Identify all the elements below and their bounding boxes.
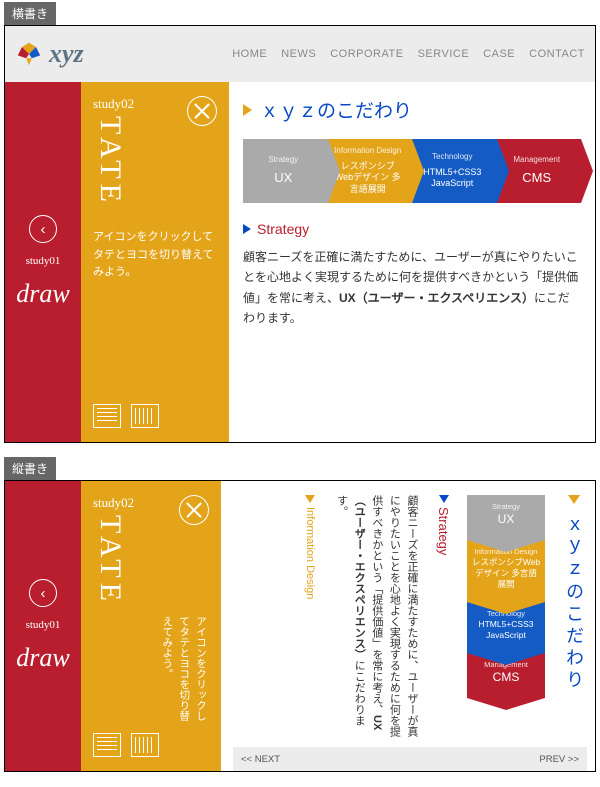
pager: << NEXT PREV >> xyxy=(233,747,587,771)
study02-column-v: study02 TATE アイコンをクリックしてタテとヨコを切り替えてみよう。 xyxy=(81,481,221,771)
brand-text: xyz xyxy=(49,39,84,69)
page-title-v: ｘｙｚのこだわり xyxy=(561,495,587,743)
triangle-icon xyxy=(568,495,580,504)
nav-home[interactable]: HOME xyxy=(232,48,267,60)
study01-label: study01 xyxy=(26,255,61,267)
logo-icon xyxy=(15,40,43,68)
section-body: 顧客ニーズを正確に満たすために、ユーザーが真にやりたいことを心地よく実現するため… xyxy=(243,247,581,329)
section-body-v: 顧客ニーズを正確に満たすために、ユーザーが真にやりたいことを心地よく実現するため… xyxy=(332,495,420,743)
nav-contact[interactable]: CONTACT xyxy=(529,48,585,60)
back-icon[interactable]: ‹ xyxy=(29,215,57,243)
study01-column[interactable]: ‹ study01 draw xyxy=(5,82,81,442)
back-icon[interactable]: ‹ xyxy=(29,579,57,607)
process-chevrons-v: StrategyUX Information DesignレスポンシブWebデザ… xyxy=(467,495,545,743)
section-heading-v: Strategy xyxy=(436,495,451,743)
vertical-mode-icon[interactable] xyxy=(131,404,159,428)
draw-label: draw xyxy=(16,279,69,309)
label-horizontal: 横書き xyxy=(4,2,56,25)
nav-bar: HOME NEWS CORPORATE SERVICE CASE CONTACT xyxy=(232,48,585,60)
nav-corporate[interactable]: CORPORATE xyxy=(330,48,403,60)
main-content-v: ｘｙｚのこだわり StrategyUX Information Designレス… xyxy=(221,481,595,771)
triangle-icon xyxy=(305,495,315,503)
page-title: ｘｙｚのこだわり xyxy=(243,96,581,123)
chevron-info-design: Information DesignレスポンシブWebデザイン 多言語展開 xyxy=(328,139,413,203)
sidebar-description: アイコンをクリックしてタテとヨコを切り替えてみよう。 xyxy=(93,229,217,282)
chevron-technology: TechnologyHTML5+CSS3 JavaScript xyxy=(412,139,497,203)
tate-label: TATE xyxy=(93,116,127,207)
close-icon[interactable] xyxy=(179,495,209,525)
horizontal-mode-icon[interactable] xyxy=(93,733,121,757)
vertical-mode-icon[interactable] xyxy=(131,733,159,757)
process-chevrons: StrategyUX Information DesignレスポンシブWebデザ… xyxy=(243,139,581,203)
section-heading-extra: Information Design xyxy=(304,495,316,743)
nav-case[interactable]: CASE xyxy=(483,48,515,60)
label-vertical: 縦書き xyxy=(4,457,56,480)
horizontal-panel: xyz HOME NEWS CORPORATE SERVICE CASE CON… xyxy=(4,25,596,443)
triangle-icon xyxy=(243,224,251,234)
study02-column: study02 TATE アイコンをクリックしてタテとヨコを切り替えてみよう。 xyxy=(81,82,229,442)
chevron-strategy: StrategyUX xyxy=(243,139,328,203)
chevron-management: ManagementCMS xyxy=(497,139,582,203)
logo[interactable]: xyz xyxy=(15,39,84,69)
nav-service[interactable]: SERVICE xyxy=(418,48,470,60)
study01-column-v[interactable]: ‹ study01 draw xyxy=(5,481,81,771)
horizontal-mode-icon[interactable] xyxy=(93,404,121,428)
triangle-icon xyxy=(243,104,252,116)
prev-button[interactable]: PREV >> xyxy=(539,754,579,765)
header-bar: xyz HOME NEWS CORPORATE SERVICE CASE CON… xyxy=(5,26,595,82)
section-heading: Strategy xyxy=(243,221,581,237)
vertical-panel: ‹ study01 draw study02 TATE アイコンをクリックしてタ… xyxy=(4,480,596,772)
study02-label: study02 xyxy=(93,96,134,112)
sidebar-description-v: アイコンをクリックしてタテとヨコを切り替えてみよう。 xyxy=(159,616,209,726)
next-button[interactable]: << NEXT xyxy=(241,754,280,765)
triangle-icon xyxy=(439,495,449,503)
close-icon[interactable] xyxy=(187,96,217,126)
nav-news[interactable]: NEWS xyxy=(281,48,316,60)
main-content: ｘｙｚのこだわり StrategyUX Information Designレス… xyxy=(229,82,595,442)
